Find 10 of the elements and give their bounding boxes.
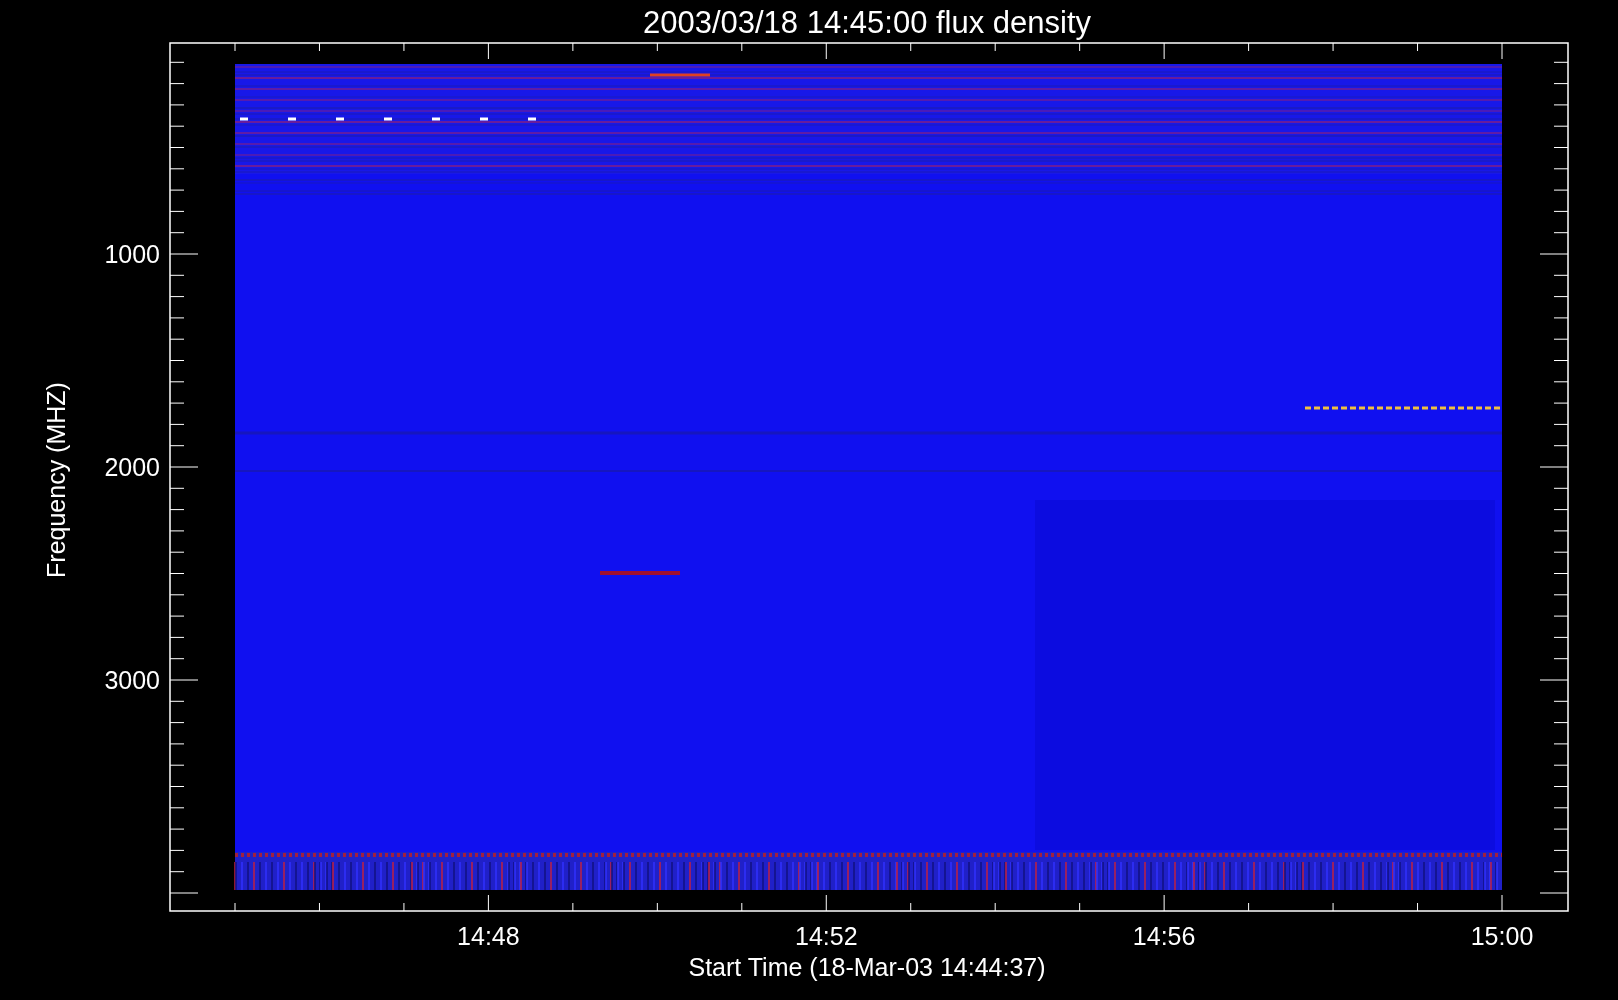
- x-tick-label: 14:52: [795, 922, 858, 950]
- y-tick-label: 1000: [104, 240, 160, 268]
- x-tick-label: 14:56: [1132, 922, 1196, 950]
- x-tick-label: 15:00: [1470, 922, 1534, 950]
- x-tick-label: 14:48: [457, 922, 520, 950]
- y-axis-label: Frequency (MHZ): [42, 382, 70, 578]
- plot-title: 2003/03/18 14:45:00 flux density: [642, 5, 1092, 40]
- x-axis-label: Start Time (18-Mar-03 14:44:37): [688, 953, 1046, 981]
- y-tick-label: 3000: [104, 666, 160, 694]
- y-tick-label: 2000: [104, 453, 160, 481]
